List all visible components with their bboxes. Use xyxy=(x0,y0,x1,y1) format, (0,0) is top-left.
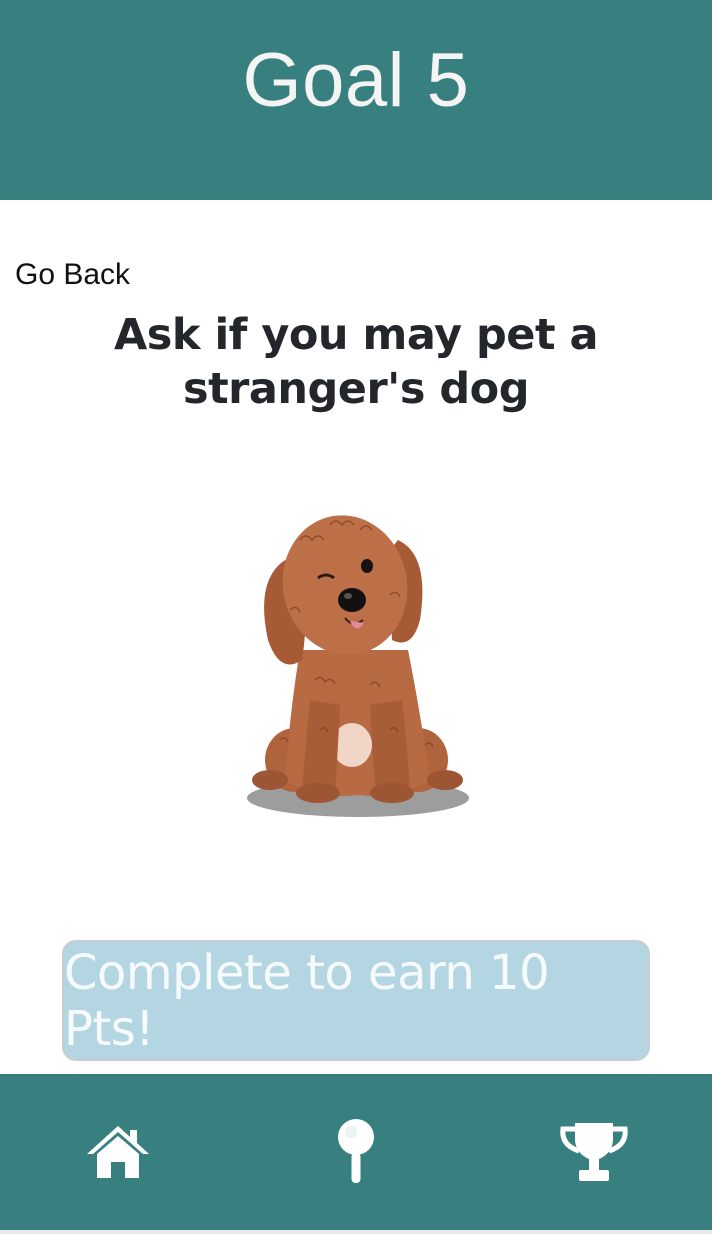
home-icon xyxy=(87,1126,149,1178)
complete-goal-button[interactable]: Complete to earn 10 Pts! xyxy=(62,940,650,1061)
dog-image xyxy=(247,515,469,817)
goal-description: Ask if you may pet a stranger's dog xyxy=(114,310,599,414)
goal-page: Goal 5 Go Back Ask if you may pet a stra… xyxy=(0,0,712,1234)
footer-divider xyxy=(0,1230,712,1234)
go-back-link[interactable]: Go Back xyxy=(15,258,130,292)
header-bar: Goal 5 xyxy=(0,0,712,200)
search-icon xyxy=(338,1119,374,1183)
bottom-nav-bar xyxy=(0,1074,712,1230)
nav-search-button[interactable] xyxy=(316,1074,396,1230)
nav-trophy-button[interactable] xyxy=(552,1074,636,1230)
page-title: Goal 5 xyxy=(242,37,470,123)
dog-illustration xyxy=(240,500,475,830)
nav-home-button[interactable] xyxy=(78,1074,158,1230)
trophy-icon xyxy=(560,1123,628,1181)
